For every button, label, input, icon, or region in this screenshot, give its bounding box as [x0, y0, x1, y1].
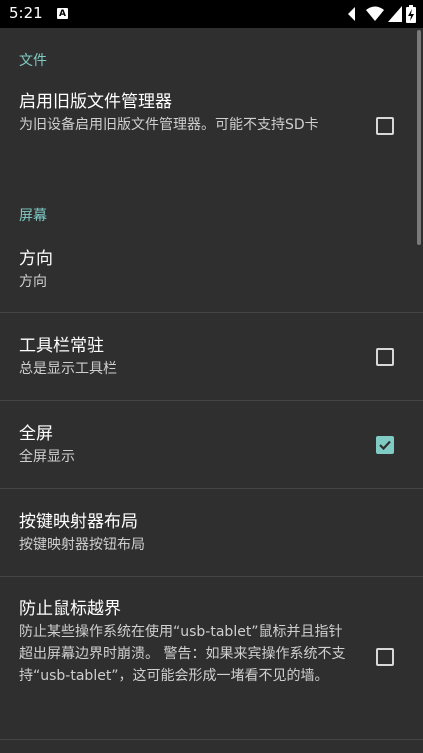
pref-orientation[interactable]: 方向 方向 — [0, 247, 423, 293]
pref-title: 工具栏常驻 — [19, 336, 104, 356]
pref-title: 防止鼠标越界 — [19, 599, 121, 619]
pref-title: 启用旧版文件管理器 — [19, 92, 172, 112]
pref-title: 方向 — [19, 249, 53, 269]
legacy-file-manager-checkbox[interactable] — [376, 117, 394, 135]
pref-summary: 方向 — [19, 274, 47, 290]
pref-title: 全屏 — [19, 424, 53, 444]
mouse-bounds-checkbox[interactable] — [376, 648, 394, 666]
pref-toolbar-always[interactable]: 工具栏常驻 总是显示工具栏 — [0, 334, 423, 380]
divider — [0, 312, 423, 313]
pref-title: 按键映射器布局 — [19, 512, 138, 532]
pref-keymapper-layout[interactable]: 按键映射器布局 按键映射器按钮布局 — [0, 510, 423, 556]
divider — [0, 739, 423, 740]
section-header-files: 文件 — [19, 53, 47, 69]
signal-icon — [348, 7, 355, 21]
checkmark-icon — [379, 440, 391, 451]
battery-charging-icon — [406, 5, 416, 23]
status-time: 5:21 — [9, 4, 43, 22]
pref-mouse-bounds[interactable]: 防止鼠标越界 防止某些操作系统在使用“usb-tablet”鼠标并且指针超出屏幕… — [0, 597, 423, 687]
pref-summary: 总是显示工具栏 — [19, 361, 117, 377]
fullscreen-checkbox[interactable] — [376, 436, 394, 454]
toolbar-checkbox[interactable] — [376, 348, 394, 366]
pref-fullscreen[interactable]: 全屏 全屏显示 — [0, 422, 423, 468]
divider — [0, 576, 423, 577]
divider — [0, 488, 423, 489]
pref-summary: 为旧设备启用旧版文件管理器。可能不支持SD卡 — [19, 117, 319, 133]
pref-legacy-file-manager[interactable]: 启用旧版文件管理器 为旧设备启用旧版文件管理器。可能不支持SD卡 — [0, 90, 423, 136]
pref-summary: 防止某些操作系统在使用“usb-tablet”鼠标并且指针超出屏幕边界时崩溃。 … — [19, 624, 346, 684]
settings-list[interactable]: 文件 启用旧版文件管理器 为旧设备启用旧版文件管理器。可能不支持SD卡 屏幕 方… — [0, 28, 423, 753]
cellular-icon — [388, 6, 402, 22]
status-icons — [348, 5, 416, 23]
scrollbar[interactable] — [417, 30, 421, 245]
pref-summary: 按键映射器按钮布局 — [19, 537, 145, 553]
wifi-icon — [366, 6, 384, 21]
notification-a-icon: A — [57, 8, 68, 19]
divider — [0, 400, 423, 401]
status-bar: 5:21 A — [0, 0, 423, 28]
pref-summary: 全屏显示 — [19, 449, 75, 465]
section-header-screen: 屏幕 — [19, 208, 47, 224]
